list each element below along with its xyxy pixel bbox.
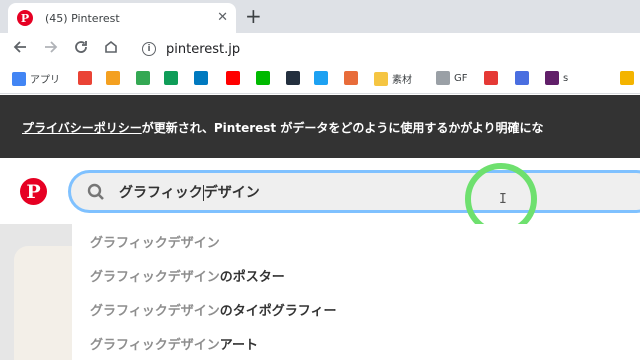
pinterest-header: P グラフィックデザイン bbox=[0, 158, 640, 224]
bookmark-item[interactable] bbox=[226, 71, 240, 85]
suggestion-item[interactable]: グラフィックデザインアート bbox=[90, 334, 258, 353]
bookmark-label: 素材 bbox=[392, 75, 412, 86]
bookmarks-bar: アプリ 素材 GF s bbox=[0, 64, 640, 94]
banner-text: が更新され、Pinterest がデータをどのように使用するかがより明確にな bbox=[141, 121, 544, 135]
bookmark-item[interactable] bbox=[484, 71, 498, 85]
new-tab-button[interactable]: + bbox=[245, 4, 262, 28]
home-icon[interactable] bbox=[103, 39, 119, 59]
bookmark-item[interactable]: アプリ bbox=[12, 71, 60, 86]
figure-icon bbox=[344, 71, 358, 85]
pinwheel-icon bbox=[78, 71, 92, 85]
trello-icon bbox=[194, 71, 208, 85]
search-icon bbox=[87, 183, 105, 201]
folder-icon bbox=[374, 71, 388, 86]
v-icon bbox=[106, 71, 120, 85]
tab-strip: P (45) Pinterest ✕ + bbox=[0, 0, 640, 33]
blocks-icon bbox=[515, 71, 529, 85]
suggestion-base: グラフィックデザイン bbox=[90, 338, 220, 353]
gift-icon bbox=[484, 71, 498, 85]
bookmark-item[interactable] bbox=[78, 71, 92, 85]
suggestion-base: グラフィックデザイン bbox=[90, 304, 220, 319]
suggestion-extra: のタイポグラフィー bbox=[219, 304, 337, 319]
bookmark-item[interactable]: GF bbox=[436, 71, 468, 85]
close-tab-icon[interactable]: ✕ bbox=[217, 10, 228, 25]
slack-icon bbox=[545, 71, 559, 85]
suggestion-base: グラフィックデザイン bbox=[90, 270, 220, 285]
suggestion-extra: アート bbox=[219, 338, 258, 353]
search-value: グラフィックデザイン bbox=[119, 182, 260, 202]
bookmark-item[interactable] bbox=[344, 71, 358, 85]
suggestion-item[interactable]: グラフィックデザインのポスター bbox=[90, 266, 285, 285]
search-suggestions-dropdown: グラフィックデザイン グラフィックデザインのポスター グラフィックデザインのタイ… bbox=[72, 224, 640, 360]
bookmark-label: s bbox=[563, 72, 569, 84]
bookmark-label: アプリ bbox=[30, 75, 60, 86]
tab-title: (45) Pinterest bbox=[45, 11, 120, 25]
bookmark-item[interactable] bbox=[515, 71, 529, 85]
bookmark-item[interactable] bbox=[136, 71, 150, 85]
privacy-banner: プライバシーポリシーが更新され、Pinterest がデータをどのように使用する… bbox=[0, 95, 640, 158]
browser-toolbar: i pinterest.jp bbox=[0, 33, 640, 64]
bookmark-item[interactable] bbox=[194, 71, 208, 85]
line-icon bbox=[256, 71, 270, 85]
search-text-before-caret: グラフィック bbox=[119, 184, 203, 201]
browser-tab-pinterest[interactable]: P (45) Pinterest ✕ bbox=[8, 3, 236, 33]
text-cursor-icon: I bbox=[499, 192, 507, 207]
bookmark-item[interactable] bbox=[256, 71, 270, 85]
suggestion-base: グラフィックデザイン bbox=[90, 236, 220, 251]
pinterest-logo-icon[interactable]: P bbox=[20, 178, 47, 205]
pinterest-favicon-icon: P bbox=[17, 10, 33, 26]
sheets-plus-icon bbox=[164, 71, 178, 85]
reload-icon[interactable] bbox=[73, 39, 89, 59]
bookmark-label: GF bbox=[454, 72, 468, 84]
search-text-after-caret: デザイン bbox=[203, 184, 260, 201]
bookmark-item[interactable] bbox=[106, 71, 120, 85]
suggestion-item[interactable]: グラフィックデザインのタイポグラフィー bbox=[90, 300, 337, 319]
forward-arrow-icon[interactable] bbox=[43, 39, 59, 59]
amazon-icon bbox=[286, 71, 300, 85]
address-url: pinterest.jp bbox=[166, 41, 241, 57]
banner-message: プライバシーポリシーが更新され、Pinterest がデータをどのように使用する… bbox=[22, 119, 544, 136]
youtube-icon bbox=[226, 71, 240, 85]
bookmark-item[interactable]: s bbox=[545, 71, 568, 85]
pin-card-partial[interactable] bbox=[14, 246, 72, 360]
apps-grid-icon bbox=[12, 71, 26, 86]
twitter-icon bbox=[314, 71, 328, 85]
privacy-policy-link[interactable]: プライバシーポリシー bbox=[22, 121, 142, 135]
suggestion-extra: のポスター bbox=[219, 270, 285, 285]
bookmark-item[interactable]: 素材 bbox=[374, 71, 412, 86]
bookmark-item[interactable] bbox=[286, 71, 300, 85]
site-info-icon[interactable]: i bbox=[142, 42, 156, 56]
bookmark-item[interactable] bbox=[620, 71, 634, 85]
drive-icon bbox=[136, 71, 150, 85]
chick-icon bbox=[620, 71, 634, 85]
bookmark-item[interactable] bbox=[314, 71, 328, 85]
back-arrow-icon[interactable] bbox=[12, 39, 28, 59]
suggestion-item[interactable]: グラフィックデザイン bbox=[90, 232, 220, 251]
gf-icon bbox=[436, 71, 450, 85]
search-input[interactable]: グラフィックデザイン bbox=[68, 170, 640, 213]
bookmark-item[interactable] bbox=[164, 71, 178, 85]
address-bar[interactable]: i pinterest.jp bbox=[134, 36, 640, 62]
